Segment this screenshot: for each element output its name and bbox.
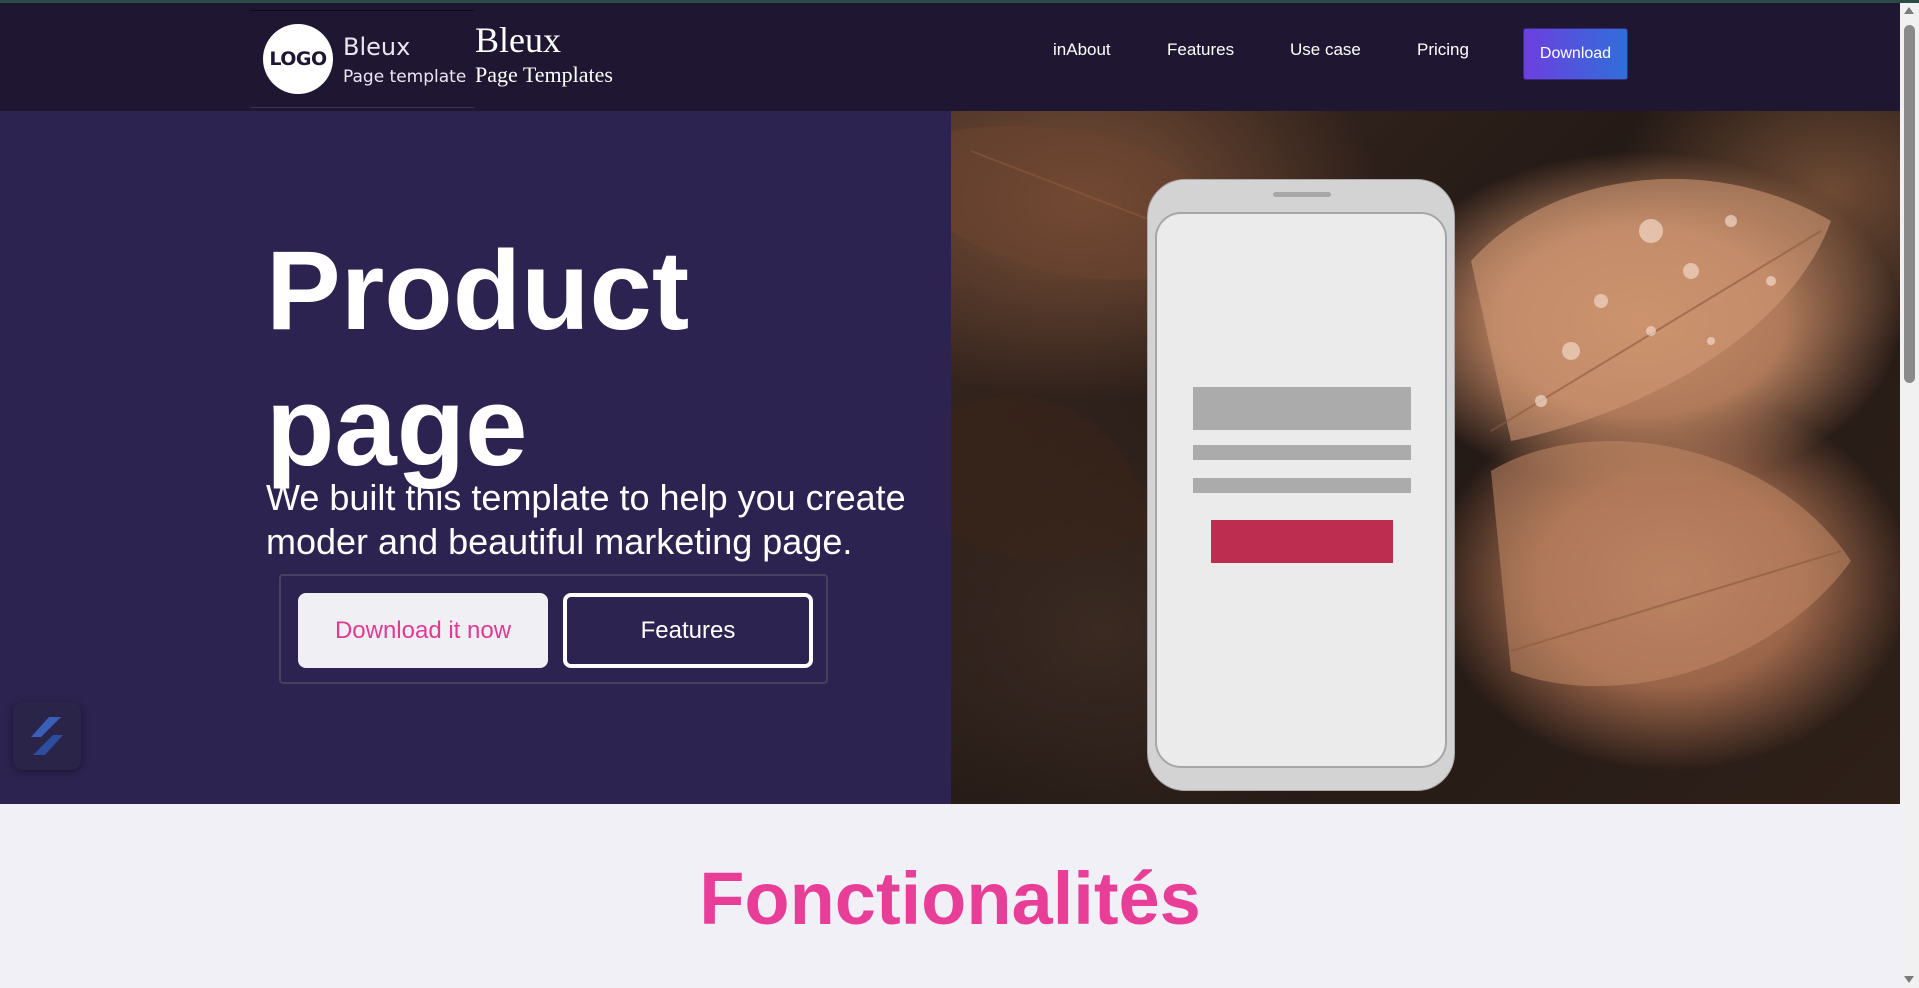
header-download-button[interactable]: Download [1523, 28, 1628, 80]
logo-badge: LOGO [263, 24, 333, 94]
hero-image [951, 111, 1900, 804]
vertical-scrollbar[interactable] [1900, 3, 1919, 988]
placeholder-button [1211, 520, 1393, 563]
hero-description: We built this template to help you creat… [266, 477, 906, 562]
placeholder-line [1193, 445, 1411, 460]
nav-link-about[interactable]: inAbout [1053, 40, 1111, 60]
scroll-down-icon[interactable] [1904, 976, 1914, 983]
download-now-button[interactable]: Download it now [298, 593, 548, 668]
nav-link-pricing[interactable]: Pricing [1417, 40, 1469, 60]
placeholder-heading [1193, 387, 1411, 430]
phone-mockup [1147, 179, 1455, 791]
section-title: Fonctionalités [699, 857, 1201, 940]
site-header: LOGO Bleux Page template Bleux Page Temp… [0, 3, 1900, 111]
scrollbar-thumb[interactable] [1904, 25, 1915, 383]
floating-widget-button[interactable] [13, 702, 81, 770]
brand-subtitle: Page Templates [475, 62, 613, 87]
features-button[interactable]: Features [563, 593, 813, 668]
placeholder-line [1193, 478, 1411, 493]
scroll-up-icon[interactable] [1904, 7, 1914, 14]
hero-button-group: Download it now Features [279, 574, 828, 684]
hero-title: Product page [266, 228, 690, 489]
logo-card[interactable]: LOGO Bleux Page template [250, 10, 474, 108]
hero-content: Product page We built this template to h… [0, 111, 951, 804]
brand-title: Bleux [475, 20, 561, 60]
nav-link-use-case[interactable]: Use case [1290, 40, 1361, 60]
widget-logo-icon [31, 717, 63, 755]
nav-link-features[interactable]: Features [1167, 40, 1234, 60]
features-section: Fonctionalités [0, 804, 1900, 988]
logo-name: Bleux [343, 33, 411, 61]
phone-speaker [1273, 192, 1331, 197]
logo-subtitle: Page template [343, 67, 467, 87]
phone-screen [1155, 212, 1447, 768]
